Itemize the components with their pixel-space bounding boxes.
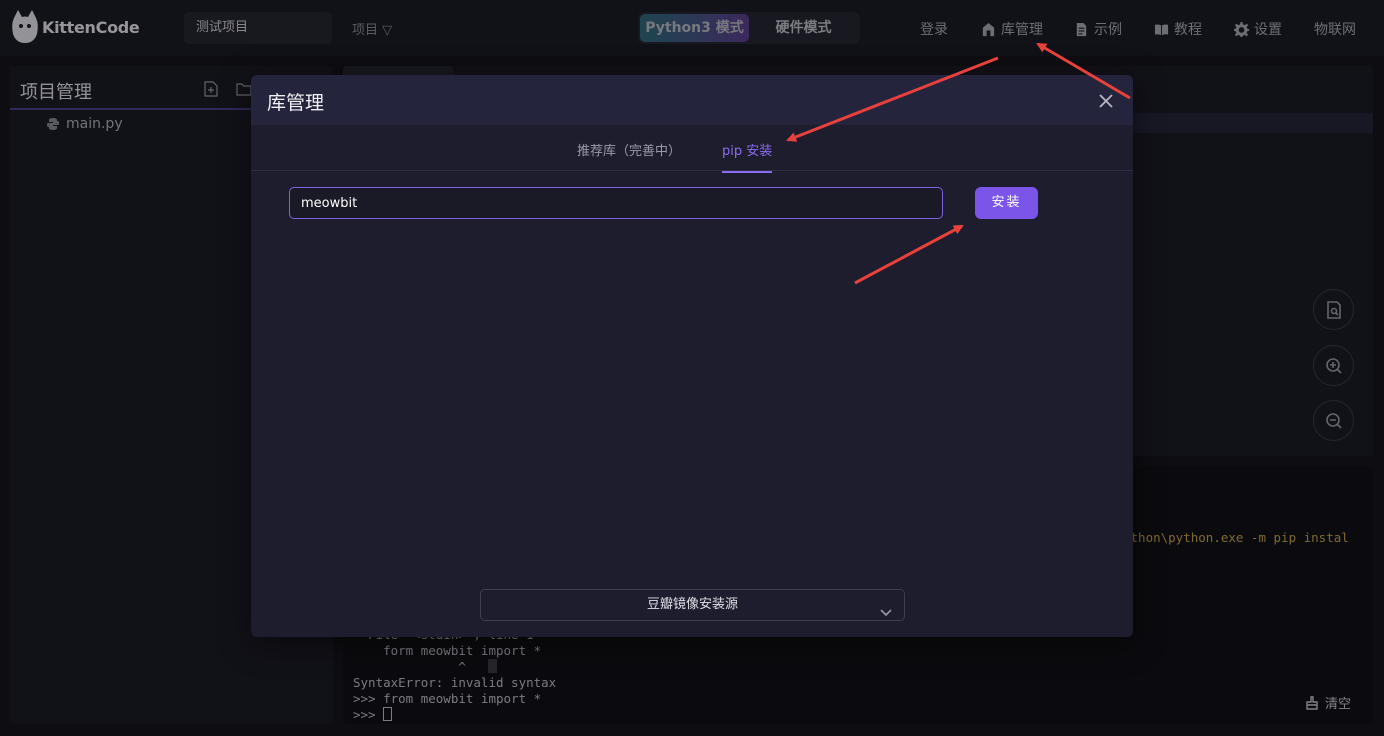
close-icon [1099, 94, 1113, 108]
dialog-title: 库管理 [267, 92, 325, 114]
mirror-source-value: 豆瓣镜像安装源 [646, 597, 738, 612]
install-button[interactable]: 安装 [975, 187, 1038, 219]
tab-pip-install[interactable]: pip 安装 [722, 140, 773, 173]
chevron-down-icon [880, 600, 892, 617]
package-name-input[interactable] [289, 187, 943, 219]
close-button[interactable] [1099, 93, 1115, 109]
mirror-source-select[interactable]: 豆瓣镜像安装源 [480, 589, 905, 621]
library-manager-dialog: 库管理 推荐库（完善中） pip 安装 安装 豆瓣镜像安装源 [251, 75, 1133, 637]
tab-recommended[interactable]: 推荐库（完善中） [577, 140, 681, 171]
dialog-header: 库管理 [251, 75, 1133, 125]
dialog-tabs: 推荐库（完善中） pip 安装 [251, 125, 1133, 173]
